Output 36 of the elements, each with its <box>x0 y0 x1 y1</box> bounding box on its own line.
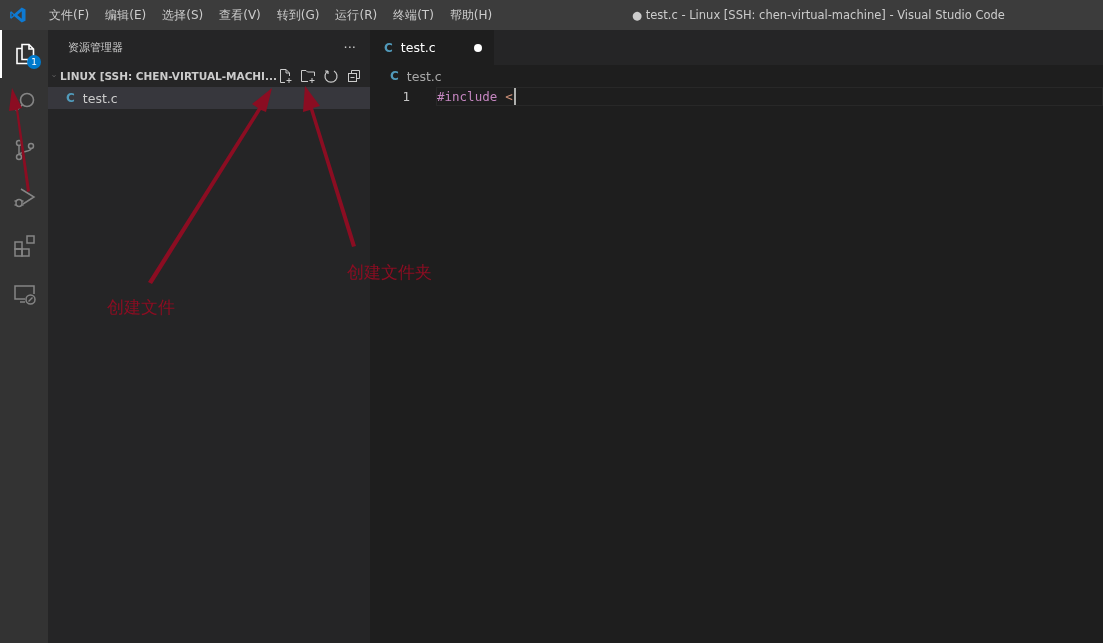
count-badge: 1 <box>27 55 41 69</box>
c-file-icon: C <box>384 40 393 55</box>
window-title: ● test.c - Linux [SSH: chen-virtual-machine] - Visual Studio Code <box>632 8 1005 22</box>
collapse-all-icon[interactable] <box>346 68 362 84</box>
extensions-icon <box>13 234 37 258</box>
menu-item[interactable]: 帮助(H) <box>441 6 501 24</box>
more-actions-button[interactable]: ··· <box>343 40 356 55</box>
annotation-label: 创建文件 <box>107 296 175 319</box>
code-keyword: #include <box>437 89 498 104</box>
c-file-icon: C <box>390 69 399 83</box>
folder-title[interactable]: LINUX [SSH: CHEN-VIRTUAL-MACHI... <box>60 70 277 82</box>
annotation-label: 创建文件夹 <box>347 261 432 284</box>
play-bug-icon <box>13 186 37 210</box>
new-folder-icon[interactable] <box>300 68 316 84</box>
menu-item[interactable]: 运行(R) <box>327 6 386 24</box>
monitor-icon <box>13 282 37 306</box>
code-text: < <box>505 89 513 104</box>
menu-item[interactable]: 转到(G) <box>268 6 328 24</box>
vscode-logo-icon <box>9 6 27 24</box>
file-item[interactable]: C test.c <box>48 87 370 109</box>
files-icon <box>13 42 37 66</box>
editor-tab[interactable]: C test.c <box>370 30 494 65</box>
menu-item[interactable]: 终端(T) <box>385 6 442 24</box>
c-file-icon: C <box>66 91 75 105</box>
line-number: 1 <box>401 89 411 104</box>
refresh-icon[interactable] <box>323 68 339 84</box>
menu-item[interactable]: 查看(V) <box>211 6 269 24</box>
new-file-icon[interactable] <box>277 68 293 84</box>
menu-item[interactable]: 选择(S) <box>154 6 212 24</box>
text-cursor <box>513 88 516 105</box>
tab-label: test.c <box>400 40 437 55</box>
menu-item[interactable]: 编辑(E) <box>97 6 155 24</box>
breadcrumb-item[interactable]: test.c <box>406 68 442 84</box>
file-name: test.c <box>82 90 118 106</box>
menu-item[interactable]: 文件(F) <box>41 6 98 24</box>
panel-title: 资源管理器 <box>68 40 123 55</box>
